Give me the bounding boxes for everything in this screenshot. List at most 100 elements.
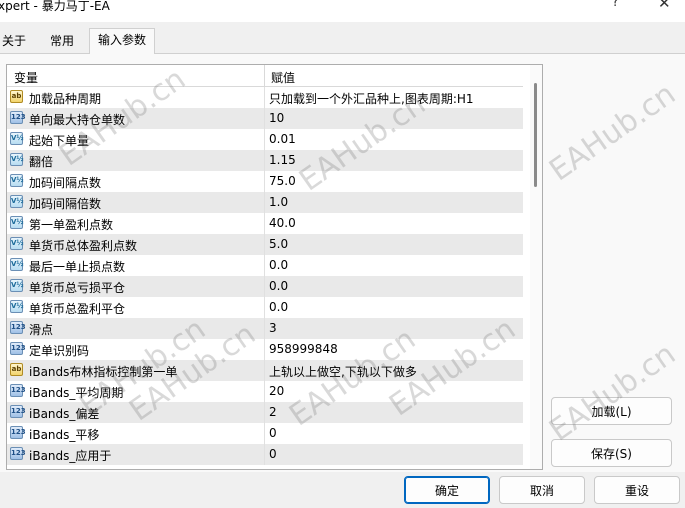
- parameter-name: iBands_平移: [29, 428, 100, 442]
- load-button[interactable]: 加载(L): [551, 397, 672, 425]
- parameter-value[interactable]: 0.0: [269, 300, 288, 314]
- table-row[interactable]: V½ 单货币总盈利平仓 0.0: [7, 297, 523, 318]
- parameter-name: 翻倍: [29, 155, 54, 169]
- column-separator: [264, 87, 265, 108]
- double-type-icon: V½: [10, 174, 24, 187]
- table-row[interactable]: 123 iBands_应用于 0: [7, 444, 523, 465]
- parameter-value[interactable]: 0.0: [269, 258, 288, 272]
- tab-common[interactable]: 常用: [50, 30, 74, 52]
- close-icon[interactable]: ✕: [658, 0, 671, 12]
- column-separator: [264, 402, 265, 423]
- parameter-name: iBands_平均周期: [29, 386, 124, 400]
- header-variable[interactable]: 变量: [14, 69, 38, 86]
- column-separator: [264, 150, 265, 171]
- scrollbar-thumb[interactable]: [534, 83, 537, 187]
- parameter-value[interactable]: 10: [269, 111, 284, 125]
- tab-inputs[interactable]: 输入参数: [89, 28, 156, 54]
- table-row[interactable]: 123 定单识别码 958999848: [7, 339, 523, 360]
- vertical-scrollbar[interactable]: [530, 65, 542, 469]
- parameter-value[interactable]: 0.0: [269, 279, 288, 293]
- parameter-value[interactable]: 0: [269, 426, 277, 440]
- integer-type-icon: 123: [10, 426, 26, 439]
- parameter-name: iBands布林指标控制第一单: [29, 365, 178, 379]
- table-row[interactable]: V½ 最后一单止损点数 0.0: [7, 255, 523, 276]
- reset-button[interactable]: 重设: [594, 476, 680, 504]
- column-separator: [264, 360, 265, 381]
- parameters-table[interactable]: 变量 赋值 ab 加载品种周期 只加载到一个外汇品种上,图表周期:H1 123 单向最大…: [6, 64, 543, 470]
- table-row[interactable]: V½ 加码间隔倍数 1.0: [7, 192, 523, 213]
- parameter-value[interactable]: 20: [269, 384, 284, 398]
- column-separator: [264, 171, 265, 192]
- header-value[interactable]: 赋值: [271, 69, 295, 86]
- column-separator: [264, 213, 265, 234]
- parameter-name: iBands_应用于: [29, 449, 112, 463]
- table-row[interactable]: V½ 单货币总亏损平仓 0.0: [7, 276, 523, 297]
- table-row[interactable]: 123 单向最大持仓单数 10: [7, 108, 523, 129]
- double-type-icon: V½: [10, 258, 24, 271]
- column-separator: [264, 192, 265, 213]
- parameter-name: 单货币总体盈利点数: [29, 239, 138, 253]
- table-row[interactable]: ab iBands布林指标控制第一单 上轨以上做空,下轨以下做多: [7, 360, 523, 381]
- parameter-value[interactable]: 2: [269, 405, 277, 419]
- ok-button[interactable]: 确定: [404, 476, 490, 504]
- column-separator: [264, 129, 265, 150]
- double-type-icon: V½: [10, 153, 24, 166]
- table-row[interactable]: V½ 起始下单量 0.01: [7, 129, 523, 150]
- parameter-value[interactable]: 5.0: [269, 237, 288, 251]
- column-separator: [264, 381, 265, 402]
- string-type-icon: ab: [10, 90, 23, 103]
- window-title: xpert - 暴力马丁-EA: [0, 0, 110, 13]
- double-type-icon: V½: [10, 237, 24, 250]
- integer-type-icon: 123: [10, 447, 26, 460]
- string-type-icon: ab: [10, 363, 23, 376]
- column-separator: [264, 255, 265, 276]
- save-button[interactable]: 保存(S): [551, 439, 672, 467]
- parameter-name: 最后一单止损点数: [29, 260, 126, 274]
- parameter-value[interactable]: 958999848: [269, 342, 338, 356]
- column-separator: [264, 108, 265, 129]
- table-row[interactable]: 123 iBands_平均周期 20: [7, 381, 523, 402]
- table-row[interactable]: V½ 第一单盈利点数 40.0: [7, 213, 523, 234]
- column-separator: [264, 339, 265, 360]
- table-row[interactable]: 123 滑点 3: [7, 318, 523, 339]
- column-separator: [264, 318, 265, 339]
- integer-type-icon: 123: [10, 405, 26, 418]
- table-row[interactable]: V½ 单货币总体盈利点数 5.0: [7, 234, 523, 255]
- integer-type-icon: 123: [10, 321, 26, 334]
- table-header: 变量 赋值: [7, 65, 523, 87]
- parameter-name: 加码间隔点数: [29, 176, 102, 190]
- parameter-value[interactable]: 0: [269, 447, 277, 461]
- parameter-name: 单货币总亏损平仓: [29, 281, 126, 295]
- table-row[interactable]: 123 iBands_平移 0: [7, 423, 523, 444]
- table-row[interactable]: 123 iBands_偏差 2: [7, 402, 523, 423]
- column-separator: [264, 297, 265, 318]
- header-separator[interactable]: [264, 65, 265, 86]
- double-type-icon: V½: [10, 195, 24, 208]
- parameter-value[interactable]: 只加载到一个外汇品种上,图表周期:H1: [269, 90, 474, 107]
- parameter-name: iBands_偏差: [29, 407, 100, 421]
- parameter-name: 加载品种周期: [29, 92, 102, 106]
- help-icon[interactable]: ?: [612, 0, 619, 10]
- parameter-value[interactable]: 0.01: [269, 132, 296, 146]
- parameter-name: 加码间隔倍数: [29, 197, 102, 211]
- cancel-button[interactable]: 取消: [499, 476, 585, 504]
- table-row[interactable]: V½ 加码间隔点数 75.0: [7, 171, 523, 192]
- double-type-icon: V½: [10, 279, 24, 292]
- table-row[interactable]: ab 加载品种周期 只加载到一个外汇品种上,图表周期:H1: [7, 87, 523, 108]
- parameter-value[interactable]: 40.0: [269, 216, 296, 230]
- column-separator: [264, 276, 265, 297]
- column-separator: [264, 444, 265, 465]
- parameter-value[interactable]: 75.0: [269, 174, 296, 188]
- parameter-name: 单向最大持仓单数: [29, 113, 126, 127]
- tab-about[interactable]: 关于: [2, 30, 26, 52]
- parameter-value[interactable]: 1.15: [269, 153, 296, 167]
- parameter-value[interactable]: 上轨以上做空,下轨以下做多: [269, 363, 417, 380]
- parameter-name: 起始下单量: [29, 134, 90, 148]
- table-row[interactable]: V½ 翻倍 1.15: [7, 150, 523, 171]
- parameter-value[interactable]: 3: [269, 321, 277, 335]
- parameter-name: 单货币总盈利平仓: [29, 302, 126, 316]
- title-bar: xpert - 暴力马丁-EA ? ✕: [0, 0, 685, 22]
- parameter-value[interactable]: 1.0: [269, 195, 288, 209]
- column-separator: [264, 423, 265, 444]
- integer-type-icon: 123: [10, 384, 26, 397]
